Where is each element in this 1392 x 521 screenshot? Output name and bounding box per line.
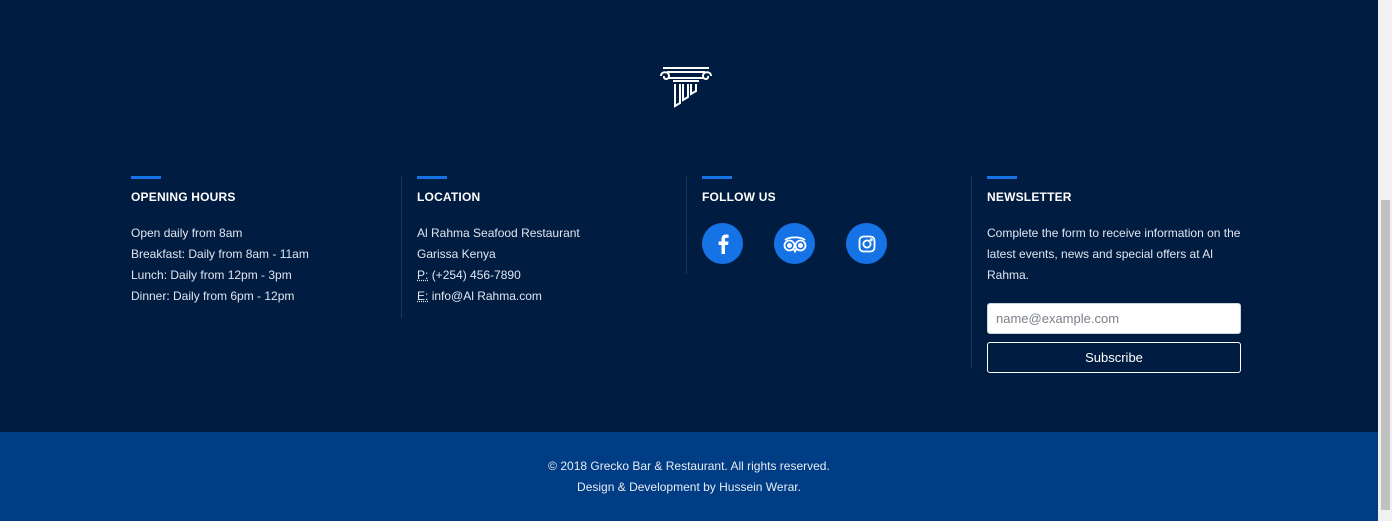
credit-text: Design & Development by Hussein Werar.	[577, 480, 801, 494]
accent-bar	[702, 176, 732, 179]
facebook-icon[interactable]	[702, 223, 743, 264]
restaurant-city: Garissa Kenya	[417, 247, 496, 261]
tripadvisor-icon[interactable]	[774, 223, 815, 264]
follow-us-title: FOLLOW US	[702, 190, 776, 204]
email-address: info@Al Rahma.com	[431, 289, 542, 303]
email-line: E: info@Al Rahma.com	[417, 286, 672, 307]
opening-hours-line: Breakfast: Daily from 8am - 11am	[131, 247, 309, 261]
scrollbar-thumb[interactable]	[1381, 200, 1390, 510]
newsletter-email-input[interactable]	[987, 303, 1241, 334]
column-divider	[686, 176, 687, 274]
newsletter-title: NEWSLETTER	[987, 190, 1072, 204]
subscribe-button[interactable]: Subscribe	[987, 342, 1241, 373]
opening-hours-line: Dinner: Daily from 6pm - 12pm	[131, 289, 295, 303]
accent-bar	[987, 176, 1017, 179]
location-title: LOCATION	[417, 190, 481, 204]
phone-line: P: (+254) 456-7890	[417, 265, 672, 286]
restaurant-name: Al Rahma Seafood Restaurant	[417, 226, 580, 240]
column-divider	[401, 176, 402, 318]
email-label: E:	[417, 289, 429, 303]
opening-hours-title: OPENING HOURS	[131, 190, 236, 204]
opening-hours-line: Open daily from 8am	[131, 226, 243, 240]
phone-number: (+254) 456-7890	[431, 268, 521, 282]
copyright-text: © 2018 Grecko Bar & Restaurant. All righ…	[548, 459, 830, 473]
footer-bottom-bar: © 2018 Grecko Bar & Restaurant. All righ…	[0, 432, 1378, 521]
instagram-icon[interactable]	[846, 223, 887, 264]
column-divider	[971, 176, 972, 368]
opening-hours-column: OPENING HOURS Open daily from 8am Breakf…	[131, 176, 386, 307]
greek-column-logo-icon	[659, 62, 713, 110]
phone-label: P:	[417, 268, 429, 282]
accent-bar	[131, 176, 161, 179]
location-column: LOCATION Al Rahma Seafood Restaurant Gar…	[417, 176, 672, 307]
accent-bar	[417, 176, 447, 179]
social-links	[702, 223, 957, 264]
footer-main: OPENING HOURS Open daily from 8am Breakf…	[0, 0, 1378, 432]
newsletter-column: NEWSLETTER Complete the form to receive …	[987, 176, 1247, 373]
opening-hours-line: Lunch: Daily from 12pm - 3pm	[131, 268, 292, 282]
newsletter-description: Complete the form to receive information…	[987, 226, 1241, 282]
follow-us-column: FOLLOW US	[702, 176, 957, 264]
